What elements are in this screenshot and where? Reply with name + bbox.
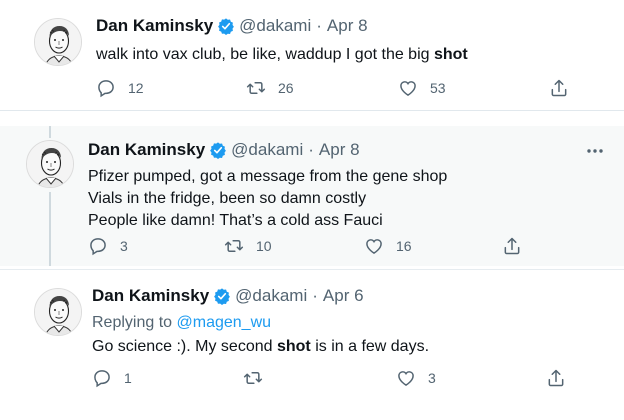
separator: ·	[312, 286, 318, 305]
avatar[interactable]	[34, 288, 82, 336]
retweet-icon	[246, 78, 266, 98]
tweet-text-bold: shot	[433, 46, 468, 63]
retweet-icon	[243, 368, 263, 388]
thread-line	[49, 126, 51, 138]
avatar[interactable]	[34, 18, 82, 66]
retweet-count: 26	[278, 80, 294, 96]
retweet-count: 10	[256, 238, 272, 254]
tweet-text-part: Go science :). My second	[92, 338, 277, 355]
verified-badge-icon	[213, 287, 231, 305]
author-handle[interactable]: @dakami	[235, 286, 307, 306]
reply-button[interactable]: 12	[96, 78, 144, 98]
retweet-icon	[224, 236, 244, 256]
separator: ·	[316, 16, 322, 35]
reply-count: 3	[120, 238, 128, 254]
like-button[interactable]: 53	[398, 78, 446, 98]
share-button[interactable]	[549, 78, 581, 98]
reply-button[interactable]: 1	[92, 368, 132, 388]
share-icon	[502, 236, 522, 256]
tweet-text-line: Pfizer pumped, got a message from the ge…	[88, 168, 448, 185]
retweet-button[interactable]: 10	[224, 236, 272, 256]
author-handle[interactable]: @dakami	[239, 16, 311, 36]
divider	[0, 110, 624, 111]
share-button[interactable]	[546, 368, 578, 388]
tweet-text-line: People like damn! That’s a cold ass Fauc…	[88, 212, 383, 229]
avatar-image	[35, 19, 82, 66]
more-button[interactable]	[584, 142, 606, 165]
tweet-text-part: is in a few days.	[310, 338, 430, 355]
heart-icon	[398, 78, 418, 98]
author-name[interactable]: Dan Kaminsky	[96, 16, 213, 36]
avatar-image	[27, 141, 74, 188]
like-count: 16	[396, 238, 412, 254]
reply-icon	[92, 368, 112, 388]
tweet-card[interactable]: Dan Kaminsky @dakami · Apr 8 Pfizer pump…	[0, 126, 624, 266]
tweet-text: Pfizer pumped, got a message from the ge…	[88, 166, 447, 232]
tweet-text-bold: shot	[276, 338, 311, 355]
more-icon	[587, 149, 603, 153]
heart-icon	[396, 368, 416, 388]
share-icon	[549, 78, 569, 98]
replying-to: Replying to @magen_wu	[92, 314, 271, 332]
mention-link[interactable]: @magen_wu	[177, 314, 272, 331]
author-name[interactable]: Dan Kaminsky	[88, 140, 205, 160]
like-button[interactable]: 16	[364, 236, 412, 256]
tweet-date[interactable]: Apr 8	[319, 140, 360, 160]
tweet-card[interactable]: Dan Kaminsky @dakami · Apr 8 walk into v…	[0, 0, 624, 110]
reply-count: 12	[128, 80, 144, 96]
like-count: 53	[430, 80, 446, 96]
verified-badge-icon	[209, 141, 227, 159]
like-button[interactable]: 3	[396, 368, 436, 388]
tweet-header: Dan Kaminsky @dakami · Apr 6	[92, 286, 364, 306]
reply-count: 1	[124, 370, 132, 386]
share-icon	[546, 368, 566, 388]
retweet-button[interactable]: 26	[246, 78, 294, 98]
thread-line	[49, 192, 51, 266]
tweet-header: Dan Kaminsky @dakami · Apr 8	[96, 16, 368, 36]
tweet-text: walk into vax club, be like, waddup I go…	[96, 44, 468, 66]
tweet-text-part: walk into vax club, be like, waddup I go…	[96, 46, 434, 63]
reply-button[interactable]: 3	[88, 236, 128, 256]
retweet-button[interactable]	[243, 368, 275, 388]
tweet-date[interactable]: Apr 8	[327, 16, 368, 36]
tweet-card[interactable]: Dan Kaminsky @dakami · Apr 6 Replying to…	[0, 269, 624, 409]
verified-badge-icon	[217, 17, 235, 35]
separator: ·	[308, 140, 314, 159]
tweet-text: Go science :). My second shot is in a fe…	[92, 336, 429, 358]
share-button[interactable]	[502, 236, 534, 256]
like-count: 3	[428, 370, 436, 386]
reply-icon	[96, 78, 116, 98]
author-handle[interactable]: @dakami	[231, 140, 303, 160]
tweet-date[interactable]: Apr 6	[323, 286, 364, 306]
replying-to-label: Replying to	[92, 314, 177, 331]
author-name[interactable]: Dan Kaminsky	[92, 286, 209, 306]
avatar[interactable]	[26, 140, 74, 188]
tweet-text-line: Vials in the fridge, been so damn costly	[88, 190, 367, 207]
reply-icon	[88, 236, 108, 256]
avatar-image	[35, 289, 82, 336]
tweet-header: Dan Kaminsky @dakami · Apr 8	[88, 140, 360, 160]
heart-icon	[364, 236, 384, 256]
